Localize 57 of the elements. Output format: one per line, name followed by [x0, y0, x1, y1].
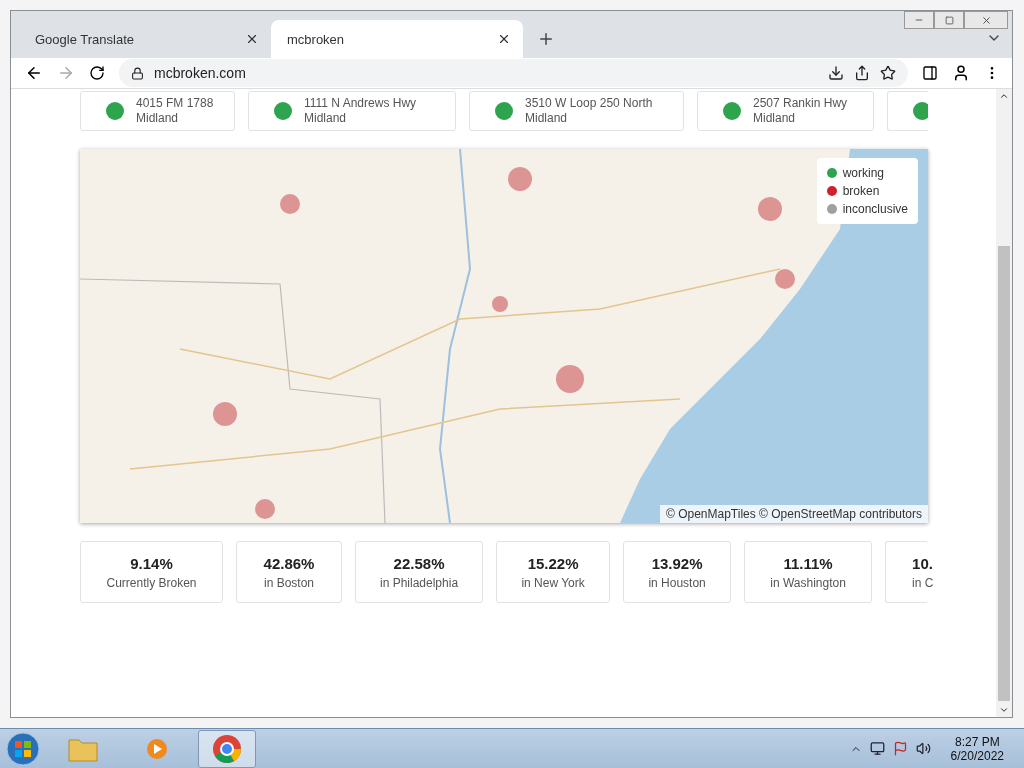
location-city: Midland — [525, 111, 569, 126]
chrome-icon[interactable] — [198, 729, 256, 768]
location-card[interactable]: 4015 FM 1788 Midland — [80, 91, 235, 131]
close-icon[interactable] — [245, 32, 259, 46]
stat-value: 13.92% — [651, 554, 703, 572]
location-card[interactable]: 1111 N Andrews Hwy Midland — [248, 91, 456, 131]
map[interactable]: working broken inconclusive © OpenMapTiles © OpenStreetMap contributors — [80, 149, 928, 523]
location-city: Midland — [304, 111, 348, 126]
browser-tab[interactable]: Google Translate — [19, 20, 271, 58]
start-button[interactable] — [6, 731, 40, 766]
location-card[interactable]: 3510 W Loop 250 North Midland — [469, 91, 684, 131]
star-icon[interactable] — [880, 65, 896, 81]
address-bar[interactable]: mcbroken.com — [119, 59, 908, 87]
stat-label: in New York — [521, 575, 585, 590]
stat-label: in Boston — [263, 575, 314, 590]
close-icon — [980, 14, 992, 26]
stat-label: in Washington — [770, 575, 846, 590]
stat-value: 9.14% — [130, 554, 173, 572]
stat-value: 10. — [912, 554, 933, 572]
stat-label: in Houston — [648, 575, 706, 590]
location-card[interactable] — [887, 91, 928, 131]
flag-icon[interactable] — [892, 741, 908, 756]
browser-tab[interactable]: mcbroken — [271, 20, 523, 58]
network-icon[interactable] — [869, 741, 885, 756]
location-card[interactable]: 2507 Rankin Hwy Midland — [697, 91, 874, 131]
location-address: 3510 W Loop 250 North — [525, 96, 653, 111]
new-tab-icon[interactable] — [537, 30, 555, 48]
stat-value: 22.58% — [393, 554, 445, 572]
legend-label: working — [842, 166, 884, 180]
scroll-up-icon[interactable] — [999, 91, 1009, 101]
location-address: 1111 N Andrews Hwy — [304, 96, 417, 111]
location-city: Midland — [136, 111, 180, 126]
scrollbar[interactable] — [996, 89, 1012, 717]
stat-value: 42.86% — [263, 554, 315, 572]
close-icon[interactable] — [497, 32, 511, 46]
stat-value: 15.22% — [527, 554, 579, 572]
clock[interactable]: 8:27 PM 6/20/2022 — [950, 734, 1004, 763]
stat-value: 11.11% — [783, 554, 833, 572]
reload-icon[interactable] — [89, 65, 105, 81]
location-address: 4015 FM 1788 — [136, 96, 214, 111]
profile-icon[interactable] — [952, 64, 970, 82]
side-panel-icon[interactable] — [922, 65, 938, 81]
legend-label: inconclusive — [842, 202, 908, 216]
stat-label: in Philadelphia — [380, 575, 459, 590]
maximize-icon — [944, 15, 954, 25]
download-icon[interactable] — [828, 65, 844, 81]
stat-label: in C — [912, 575, 934, 590]
location-address: 2507 Rankin Hwy — [753, 96, 848, 111]
legend-label: broken — [842, 184, 880, 198]
share-icon[interactable] — [854, 65, 870, 81]
volume-icon[interactable] — [915, 741, 931, 756]
location-city: Midland — [753, 111, 797, 126]
back-icon[interactable] — [25, 64, 43, 82]
map-attribution: © OpenMapTiles © OpenStreetMap contributors — [659, 505, 928, 523]
scroll-down-icon[interactable] — [999, 705, 1009, 715]
lock-icon — [131, 66, 144, 80]
stat-label: Currently Broken — [106, 575, 197, 590]
